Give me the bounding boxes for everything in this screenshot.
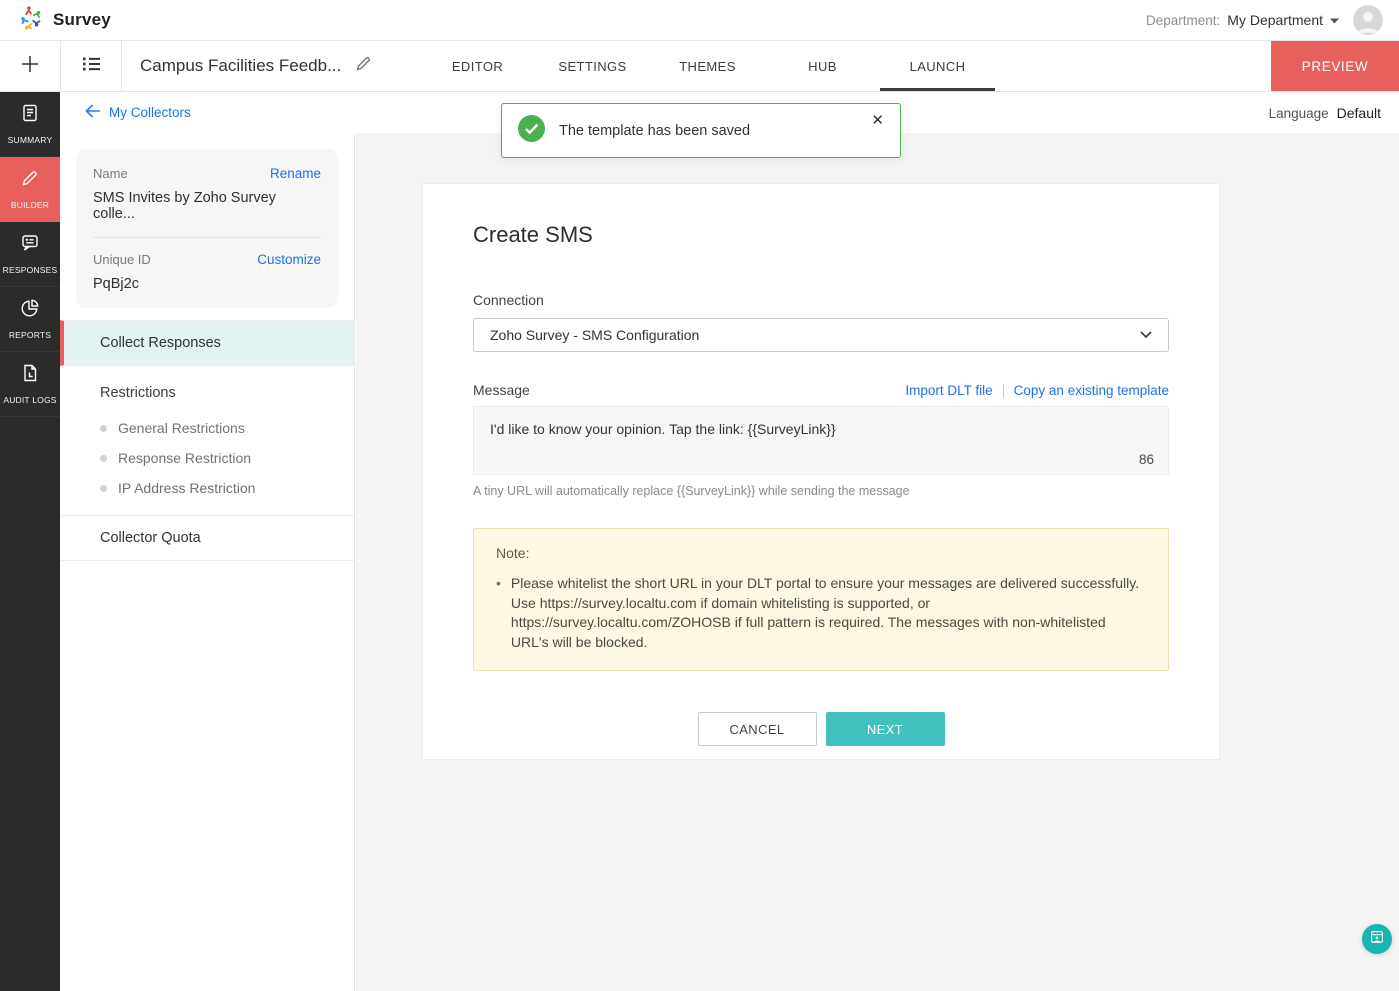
unique-id-label: Unique ID bbox=[93, 252, 151, 267]
rail-label: REPORTS bbox=[9, 330, 51, 340]
nav-response-restriction[interactable]: Response Restriction bbox=[60, 443, 354, 473]
app-logo[interactable]: Survey bbox=[18, 5, 111, 36]
audit-logs-icon bbox=[20, 363, 40, 388]
new-survey-button[interactable] bbox=[0, 41, 61, 91]
connection-value: Zoho Survey - SMS Configuration bbox=[490, 327, 699, 343]
note-bullet-icon: • bbox=[496, 574, 501, 652]
tab-themes[interactable]: THEMES bbox=[650, 41, 765, 91]
surveylink-helper-text: A tiny URL will automatically replace {{… bbox=[473, 484, 1169, 498]
collector-name: SMS Invites by Zoho Survey colle... bbox=[93, 190, 321, 222]
rail-label: RESPONSES bbox=[3, 265, 58, 275]
tab-row: Campus Facilities Feedb... EDITOR SETTIN… bbox=[0, 41, 1399, 92]
department-selector[interactable]: Department: My Department bbox=[1146, 11, 1339, 29]
import-dlt-file-link[interactable]: Import DLT file bbox=[905, 383, 992, 398]
nav-collect-responses[interactable]: Collect Responses bbox=[60, 320, 354, 366]
nav-collector-quota[interactable]: Collector Quota bbox=[60, 515, 354, 561]
nav-sub-label: Response Restriction bbox=[118, 450, 251, 466]
divider bbox=[93, 237, 321, 238]
unique-id-value: PqBj2c bbox=[93, 276, 321, 292]
department-label: Department: bbox=[1146, 13, 1220, 28]
support-chat-button[interactable] bbox=[1362, 924, 1392, 954]
chat-window-icon bbox=[1369, 929, 1385, 950]
cancel-button[interactable]: CANCEL bbox=[698, 712, 817, 746]
connection-select[interactable]: Zoho Survey - SMS Configuration bbox=[473, 318, 1169, 352]
survey-title: Campus Facilities Feedb... bbox=[140, 56, 341, 76]
copy-existing-template-link[interactable]: Copy an existing template bbox=[1014, 383, 1169, 398]
rail-label: AUDIT LOGS bbox=[3, 395, 56, 405]
name-label: Name bbox=[93, 166, 128, 181]
nav-restrictions[interactable]: Restrictions bbox=[60, 366, 354, 413]
next-button[interactable]: NEXT bbox=[826, 712, 945, 746]
responses-icon bbox=[20, 233, 40, 258]
rename-link[interactable]: Rename bbox=[270, 166, 321, 181]
character-count: 86 bbox=[1139, 452, 1154, 467]
bullet-dot-icon bbox=[100, 425, 107, 432]
top-bar: Survey Department: My Department bbox=[0, 0, 1399, 41]
tab-editor[interactable]: EDITOR bbox=[420, 41, 535, 91]
rail-label: SUMMARY bbox=[8, 135, 53, 145]
bullet-dot-icon bbox=[100, 455, 107, 462]
rail-item-builder[interactable]: BUILDER bbox=[0, 157, 60, 222]
collector-nav: Collect Responses Restrictions General R… bbox=[60, 320, 354, 561]
customize-link[interactable]: Customize bbox=[257, 252, 321, 267]
rail-item-summary[interactable]: SUMMARY bbox=[0, 92, 60, 157]
language-value[interactable]: Default bbox=[1337, 105, 1381, 121]
summary-icon bbox=[20, 103, 40, 128]
survey-tabs: EDITOR SETTINGS THEMES HUB LAUNCH bbox=[420, 41, 995, 91]
breadcrumb-label: My Collectors bbox=[109, 105, 191, 120]
builder-pencil-icon bbox=[20, 168, 40, 193]
message-textarea[interactable]: I'd like to know your opinion. Tap the l… bbox=[474, 407, 1168, 474]
app-window: Survey Department: My Department bbox=[0, 0, 1399, 991]
department-value: My Department bbox=[1227, 12, 1323, 28]
caret-down-icon bbox=[1330, 11, 1339, 29]
rail-label: BUILDER bbox=[11, 200, 49, 210]
connection-label: Connection bbox=[473, 292, 1169, 308]
collector-side-panel: Name Rename SMS Invites by Zoho Survey c… bbox=[60, 133, 355, 991]
note-title: Note: bbox=[496, 545, 1146, 561]
dlt-note-box: Note: • Please whitelist the short URL i… bbox=[473, 528, 1169, 671]
rail-item-audit-logs[interactable]: AUDIT LOGS bbox=[0, 352, 60, 417]
success-check-icon bbox=[518, 115, 545, 147]
toast-close-icon[interactable]: ✕ bbox=[871, 113, 884, 128]
tab-hub[interactable]: HUB bbox=[765, 41, 880, 91]
back-arrow-icon bbox=[85, 104, 101, 121]
tab-launch[interactable]: LAUNCH bbox=[880, 41, 995, 91]
plus-icon bbox=[19, 53, 41, 80]
nav-sub-label: General Restrictions bbox=[118, 420, 245, 436]
preview-button[interactable]: PREVIEW bbox=[1271, 41, 1399, 91]
link-divider bbox=[1003, 384, 1004, 398]
brand-name: Survey bbox=[53, 10, 111, 30]
reports-pie-icon bbox=[20, 298, 40, 323]
back-to-my-collectors-link[interactable]: My Collectors bbox=[85, 104, 191, 121]
zoho-survey-logo-icon bbox=[18, 5, 44, 36]
edit-title-icon[interactable] bbox=[355, 55, 372, 77]
left-rail: SUMMARY BUILDER RESPONSES bbox=[0, 92, 60, 991]
user-avatar[interactable] bbox=[1353, 5, 1383, 35]
toast-message: The template has been saved bbox=[559, 123, 750, 139]
rail-item-reports[interactable]: REPORTS bbox=[0, 287, 60, 352]
language-selector: Language Default bbox=[1269, 105, 1381, 121]
collector-info-card: Name Rename SMS Invites by Zoho Survey c… bbox=[76, 149, 338, 308]
language-label: Language bbox=[1269, 106, 1329, 121]
chevron-down-icon bbox=[1140, 326, 1152, 344]
page-title: Create SMS bbox=[473, 222, 1169, 248]
message-input-box: I'd like to know your opinion. Tap the l… bbox=[473, 406, 1169, 475]
survey-list-button[interactable] bbox=[61, 41, 122, 91]
create-sms-card: Create SMS Connection Zoho Survey - SMS … bbox=[422, 183, 1220, 760]
nav-sub-label: IP Address Restriction bbox=[118, 480, 255, 496]
nav-general-restrictions[interactable]: General Restrictions bbox=[60, 413, 354, 443]
bullet-dot-icon bbox=[100, 485, 107, 492]
survey-title-area: Campus Facilities Feedb... bbox=[122, 41, 420, 91]
message-label: Message bbox=[473, 382, 530, 398]
note-text: Please whitelist the short URL in your D… bbox=[511, 574, 1146, 652]
tab-settings[interactable]: SETTINGS bbox=[535, 41, 650, 91]
success-toast: The template has been saved ✕ bbox=[501, 103, 901, 158]
list-icon bbox=[81, 54, 102, 79]
nav-ip-address-restriction[interactable]: IP Address Restriction bbox=[60, 473, 354, 503]
content-area: Create SMS Connection Zoho Survey - SMS … bbox=[356, 133, 1399, 991]
rail-item-responses[interactable]: RESPONSES bbox=[0, 222, 60, 287]
